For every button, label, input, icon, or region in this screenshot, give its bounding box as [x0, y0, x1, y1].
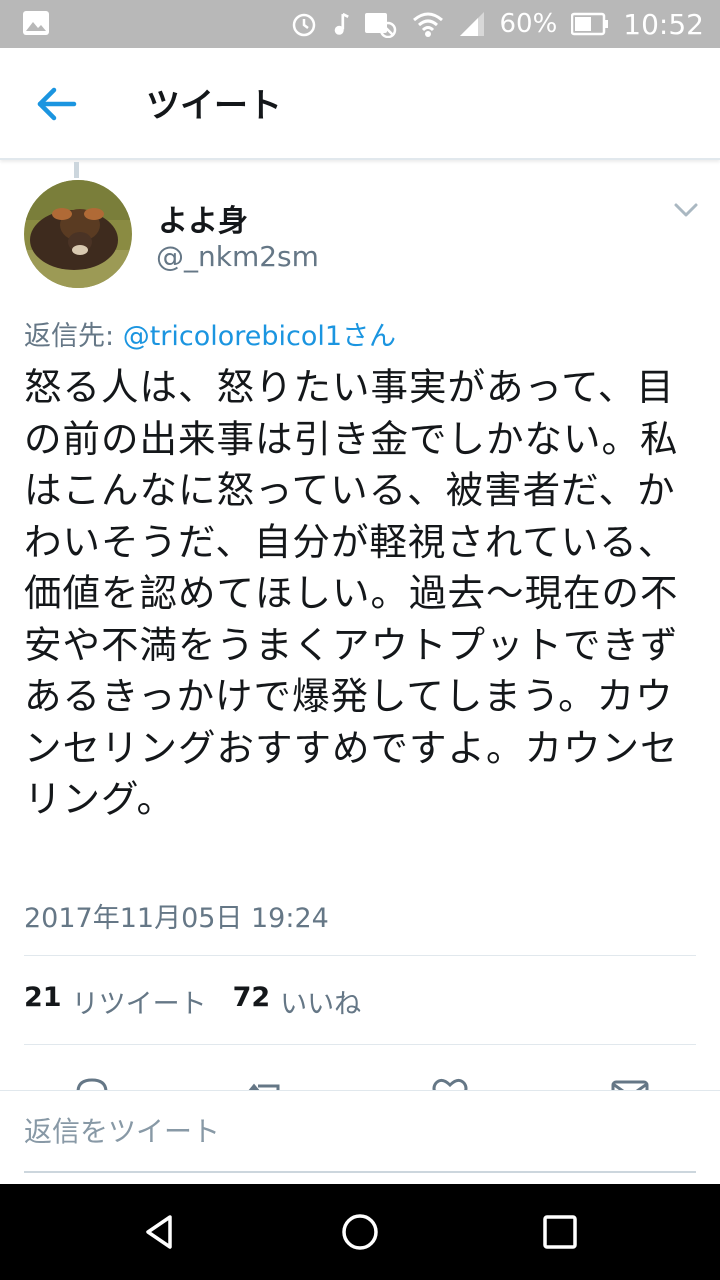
chevron-down-icon[interactable]: [672, 198, 700, 222]
tweet-timestamp: 2017年11月05日 19:24: [24, 903, 329, 934]
app-header: ツイート: [0, 48, 720, 160]
cell-signal-icon: [459, 12, 484, 36]
home-circle-icon[interactable]: [340, 1212, 380, 1252]
reply-tweet-input[interactable]: [24, 1091, 696, 1173]
tweet-stats: 21 リツイート 72 いいね: [24, 982, 377, 1021]
avatar[interactable]: [24, 180, 132, 288]
battery-icon: [571, 12, 609, 36]
share-envelope-icon[interactable]: [610, 1074, 650, 1090]
back-arrow-icon[interactable]: [30, 80, 82, 128]
thread-connector-line: [74, 162, 79, 178]
like-label[interactable]: いいね: [280, 982, 361, 1021]
tweet-text: 怒る人は、怒りたい事実があって、目の前の出来事は引き金でしかない。私はこんなに怒…: [24, 365, 679, 821]
battery-percent: 60%: [499, 9, 558, 39]
reply-icon[interactable]: [72, 1074, 112, 1090]
back-triangle-icon[interactable]: [140, 1212, 180, 1252]
cow-avatar-image: [24, 180, 132, 288]
like-heart-icon[interactable]: [430, 1074, 470, 1090]
page-title: ツイート: [146, 86, 282, 126]
display-name[interactable]: よよ身: [158, 196, 248, 240]
reply-to-handle-link[interactable]: @tricolorebicol1さん: [123, 321, 396, 352]
divider: [24, 955, 696, 956]
wifi-icon: [412, 12, 443, 37]
reply-to-line: 返信先: @tricolorebicol1さん: [24, 314, 396, 353]
retweet-icon[interactable]: [246, 1074, 286, 1090]
status-bar: 60% 10:52: [0, 0, 720, 48]
tweet-actions: [0, 1062, 720, 1090]
reply-bar: [0, 1090, 720, 1184]
username[interactable]: @_nkm2sm: [156, 240, 319, 273]
retweet-count[interactable]: 21: [24, 982, 62, 1021]
gallery-notification-icon: [23, 11, 49, 35]
reply-to-prefix: 返信先:: [24, 321, 123, 352]
like-count[interactable]: 72: [233, 982, 271, 1021]
recents-square-icon[interactable]: [540, 1212, 580, 1252]
alarm-icon: [292, 13, 315, 37]
clock: 10:52: [623, 7, 704, 41]
music-note-icon: [334, 12, 349, 35]
system-navigation-bar: [0, 1184, 720, 1280]
divider: [24, 1044, 696, 1045]
retweet-label[interactable]: リツイート: [72, 982, 207, 1021]
nfc-muted-icon: [364, 13, 396, 38]
